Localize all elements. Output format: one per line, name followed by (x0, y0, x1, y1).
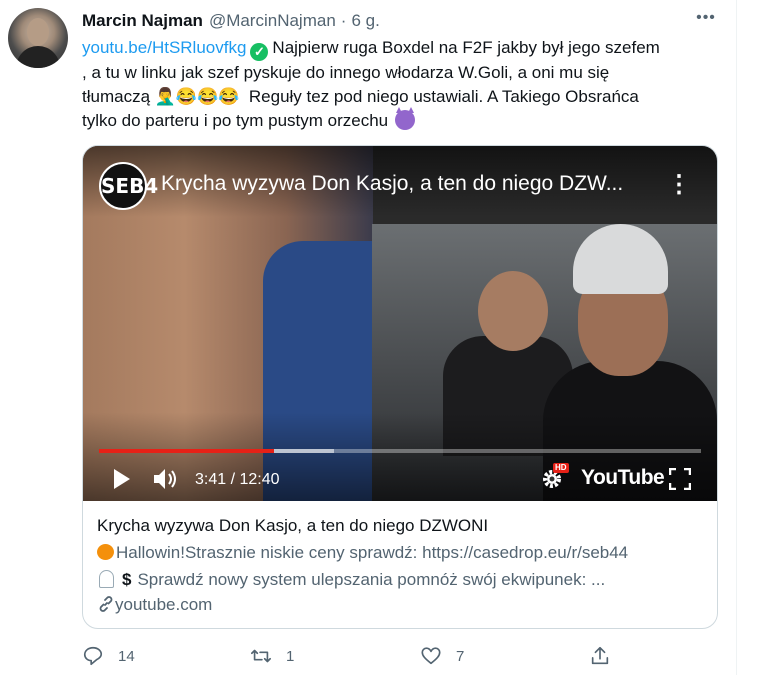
separator-dot: · (340, 11, 347, 30)
tweet-link[interactable]: youtu.be/HtSRluovfkg (82, 38, 246, 57)
like-count: 7 (456, 647, 465, 665)
share-icon (591, 646, 609, 665)
kebab-menu-icon[interactable]: ⋮ (667, 170, 691, 200)
reply-button[interactable]: 14 (82, 643, 135, 669)
author-name[interactable]: Marcin Najman (82, 11, 203, 31)
card-domain-text: youtube.com (115, 595, 213, 614)
retweet-button[interactable]: 1 (250, 643, 294, 669)
card-domain: youtube.com (97, 592, 707, 618)
fullscreen-icon[interactable] (669, 468, 691, 490)
column-divider (736, 0, 737, 675)
play-icon[interactable] (113, 468, 131, 490)
card-desc-text2: Sprawdź nowy system ulepszania pomnóż sw… (137, 570, 606, 589)
reply-icon (83, 646, 103, 666)
share-button[interactable] (589, 643, 611, 669)
card-desc-text1: Hallowin!Strasznie niskie ceny sprawdź: … (116, 543, 629, 562)
tweet-text-line1: Najpierw ruga Boxdel na F2F jakby był je… (272, 38, 660, 57)
avatar-shirt (16, 46, 60, 68)
progress-fill (99, 449, 275, 453)
card-description-line1: Hallowin!Strasznie niskie ceny sprawdź: … (97, 540, 707, 565)
card-title: Krycha wyzywa Don Kasjo, a ten do niego … (97, 516, 489, 535)
channel-logo[interactable]: SEB4 (99, 162, 158, 210)
tweet-text: youtu.be/HtSRluovfkg ✓ Najpierw ruga Boxde… (82, 36, 732, 133)
ghost-icon (99, 570, 114, 588)
tweet-time[interactable]: 6 g. (351, 11, 379, 31)
heart-icon (421, 647, 441, 665)
devil-emoji-icon (394, 107, 415, 130)
tweet-header: Marcin Najman @MarcinNajman · 6 g. (82, 10, 380, 32)
tweet-actions: 14 1 7 (82, 643, 642, 669)
check-icon: ✓ (250, 43, 269, 61)
link-card[interactable]: SEB4 Krycha wyzywa Don Kasjo, a ten do n… (82, 145, 718, 629)
hd-badge: HD (553, 463, 569, 473)
time-display: 3:41 / 12:40 (195, 471, 280, 488)
avatar-head (27, 18, 49, 46)
like-button[interactable]: 7 (420, 643, 464, 669)
video-player[interactable]: SEB4 Krycha wyzywa Don Kasjo, a ten do n… (83, 146, 717, 501)
author-handle[interactable]: @MarcinNajman (209, 11, 336, 31)
video-title[interactable]: Krycha wyzywa Don Kasjo, a ten do niego … (161, 172, 661, 200)
dollar-icon: $ (122, 570, 132, 589)
tweet-text-line4: tylko do parteru i po tym pustym orzechu (82, 111, 389, 130)
tweet-text-line3b: Reguły tez pod niego ustawiali. A Takieg… (248, 87, 639, 106)
retweet-count: 1 (286, 647, 295, 665)
emoji-group: 🤦‍♂️😂😂😂 (154, 87, 240, 106)
pumpkin-icon (97, 544, 114, 560)
reply-count: 14 (118, 647, 135, 665)
more-options-icon[interactable]: ••• (693, 9, 719, 29)
card-meta: Krycha wyzywa Don Kasjo, a ten do niego … (97, 514, 707, 618)
tweet-text-line2: , a tu w linku jak szef pyskuje do inneg… (82, 63, 610, 82)
youtube-logo[interactable]: YouTube (581, 466, 665, 490)
volume-icon[interactable] (153, 468, 179, 490)
card-description-line2: $ Sprawdź nowy system ulepszania pomnóż s… (97, 567, 707, 592)
progress-bar[interactable] (99, 449, 701, 453)
avatar[interactable] (8, 8, 68, 68)
retweet-icon (251, 649, 271, 663)
link-icon (99, 596, 113, 612)
tweet-text-line3a: tłumaczą (82, 87, 151, 106)
